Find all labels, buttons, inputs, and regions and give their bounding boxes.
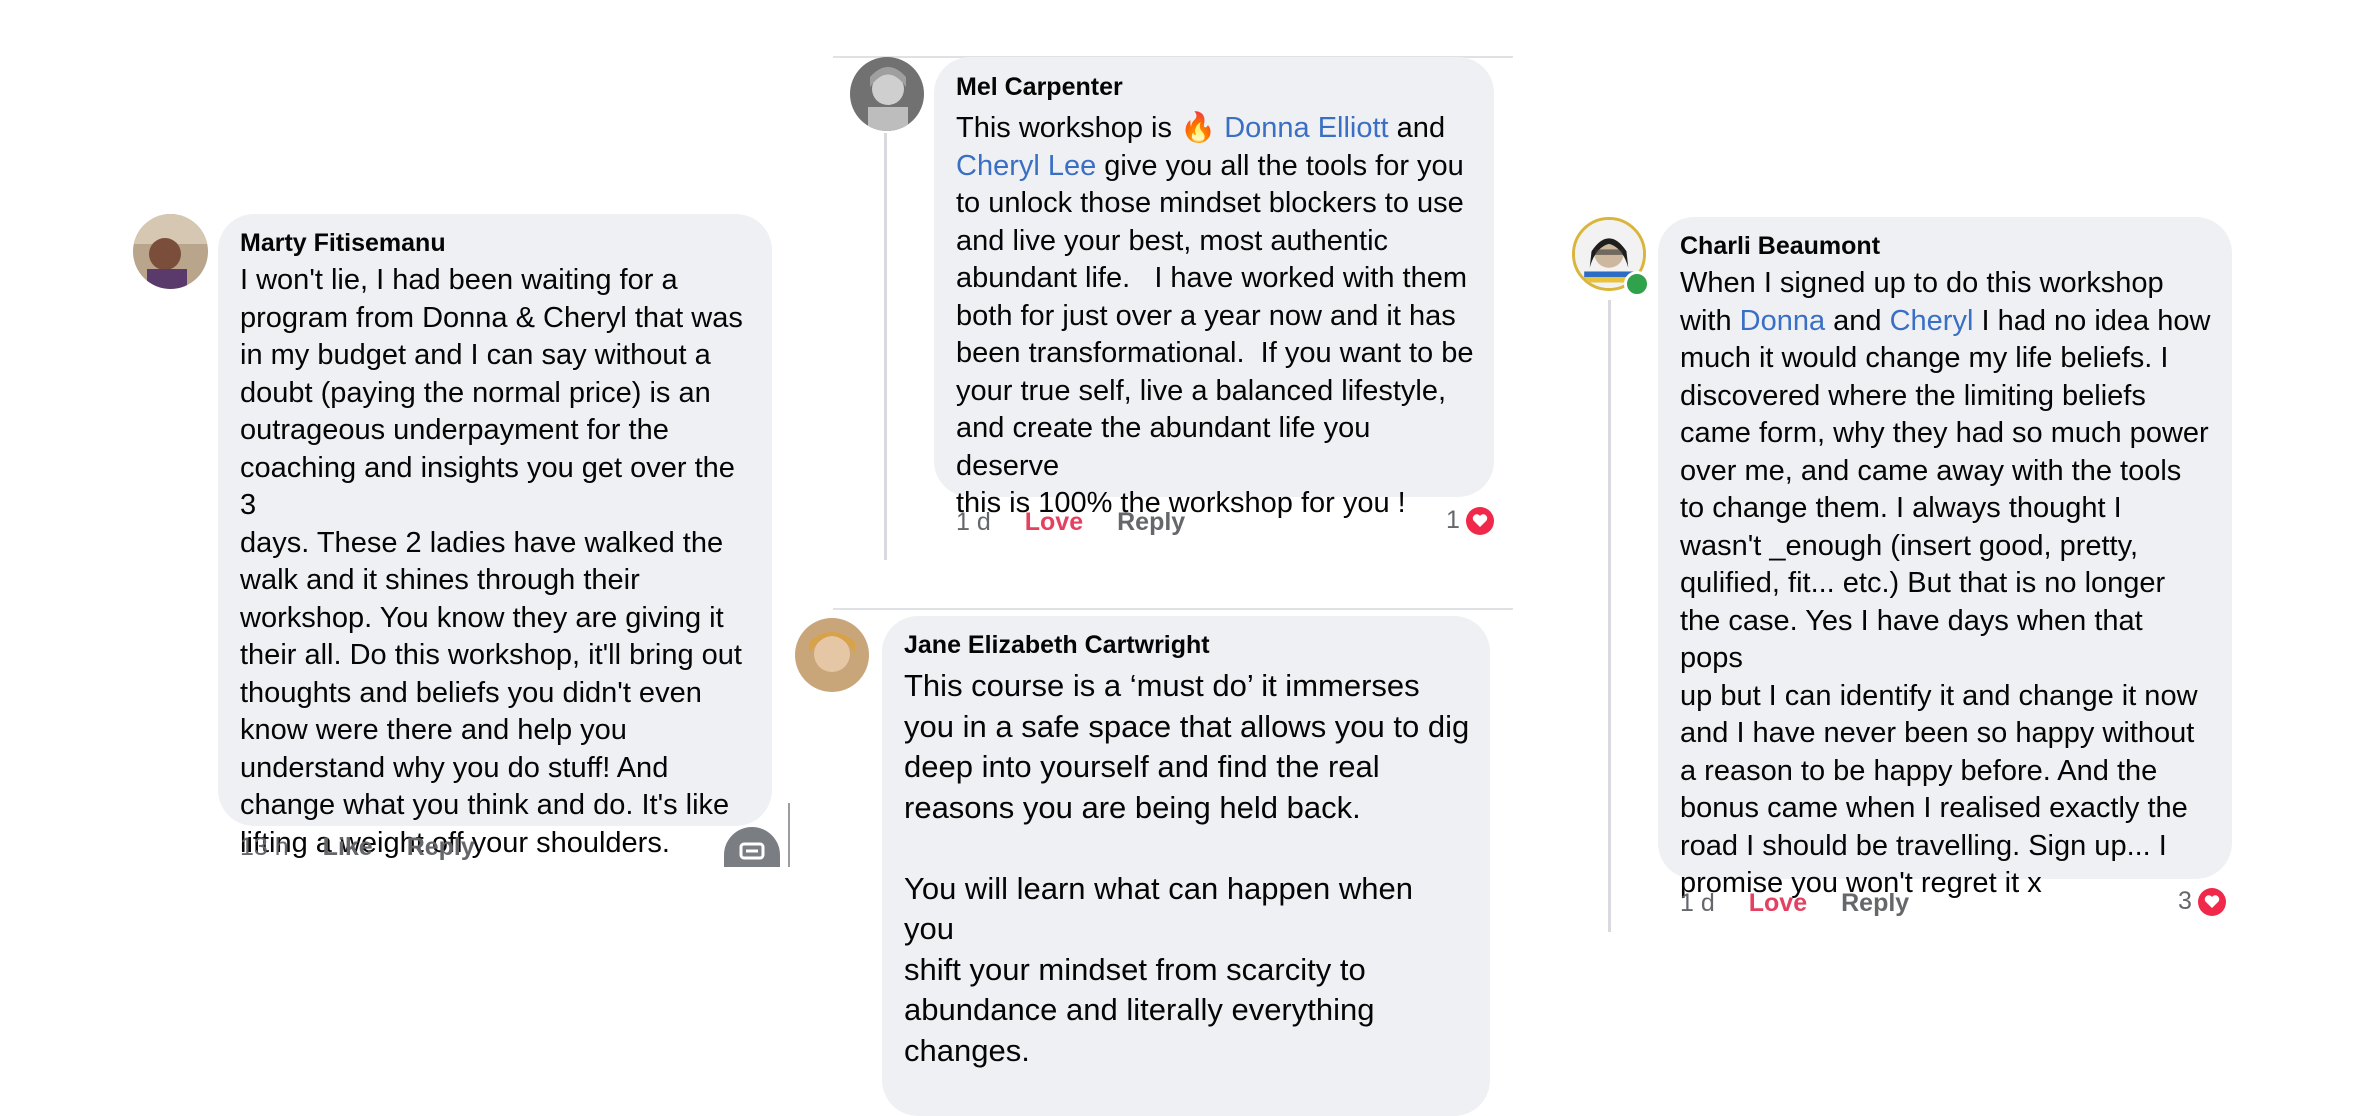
reaction-summary[interactable]: 3: [2178, 887, 2226, 916]
avatar-mel[interactable]: [850, 57, 924, 131]
comment-bubble-mel: Mel Carpenter This workshop is 🔥 Donna E…: [934, 57, 1494, 519]
comment-bubble-charli: Charli Beaumont When I signed up to do t…: [1658, 217, 2232, 899]
reply-button[interactable]: Reply: [1841, 889, 1909, 918]
like-button[interactable]: Like: [323, 833, 373, 862]
comment-bubble-jane: Jane Elizabeth Cartwright This course is…: [882, 616, 1490, 1116]
mention-link[interactable]: Cheryl Lee: [956, 150, 1096, 182]
comment-text: I won't lie, I had been waiting for a pr…: [240, 264, 743, 859]
comment-text: When I signed up to do this workshop wit…: [1680, 267, 2211, 899]
mention-link[interactable]: Cheryl: [1890, 305, 1974, 337]
reaction-count: 3: [2178, 887, 2192, 915]
comment-timestamp[interactable]: 1 d: [956, 508, 991, 537]
thread-line: [884, 133, 887, 560]
mention-link[interactable]: Donna: [1740, 305, 1825, 337]
comment-timestamp[interactable]: 13 h: [240, 833, 289, 862]
mention-link[interactable]: Donna Elliott: [1224, 112, 1388, 144]
divider: [833, 608, 1513, 610]
reply-button[interactable]: Reply: [1117, 508, 1185, 537]
comment-author[interactable]: Jane Elizabeth Cartwright: [904, 630, 1470, 660]
comment-text: This course is a ‘must do’ it immerses y…: [904, 668, 1470, 1068]
thread-line: [1608, 300, 1611, 932]
thread-line: [788, 803, 790, 867]
comment-author[interactable]: Mel Carpenter: [956, 72, 1474, 102]
fire-emoji: 🔥: [1180, 112, 1217, 144]
reply-button[interactable]: Reply: [407, 833, 475, 862]
comment-actions: 1 d Love Reply: [956, 508, 1185, 537]
heart-icon: [1465, 506, 1494, 535]
heart-icon: [2197, 887, 2226, 916]
love-button[interactable]: Love: [1749, 889, 1807, 918]
comment-actions: 13 h Like Reply: [240, 833, 475, 862]
comment-timestamp[interactable]: 1 d: [1680, 889, 1715, 918]
comment-author[interactable]: Charli Beaumont: [1680, 231, 2212, 261]
reaction-count: 1: [1446, 506, 1460, 534]
avatar-jane[interactable]: [795, 618, 869, 692]
comment-bubble-marty: Marty Fitisemanu I won't lie, I had been…: [218, 214, 772, 859]
reaction-summary[interactable]: 1: [1446, 506, 1494, 535]
comment-actions: 1 d Love Reply: [1680, 889, 1909, 918]
comment-author[interactable]: Marty Fitisemanu: [240, 228, 752, 258]
comment-text: This workshop is 🔥 Donna Elliott and Che…: [956, 112, 1474, 519]
avatar-marty[interactable]: [133, 214, 208, 289]
online-status-icon: [1624, 271, 1650, 297]
love-button[interactable]: Love: [1025, 508, 1083, 537]
floating-action-icon[interactable]: [724, 827, 780, 867]
